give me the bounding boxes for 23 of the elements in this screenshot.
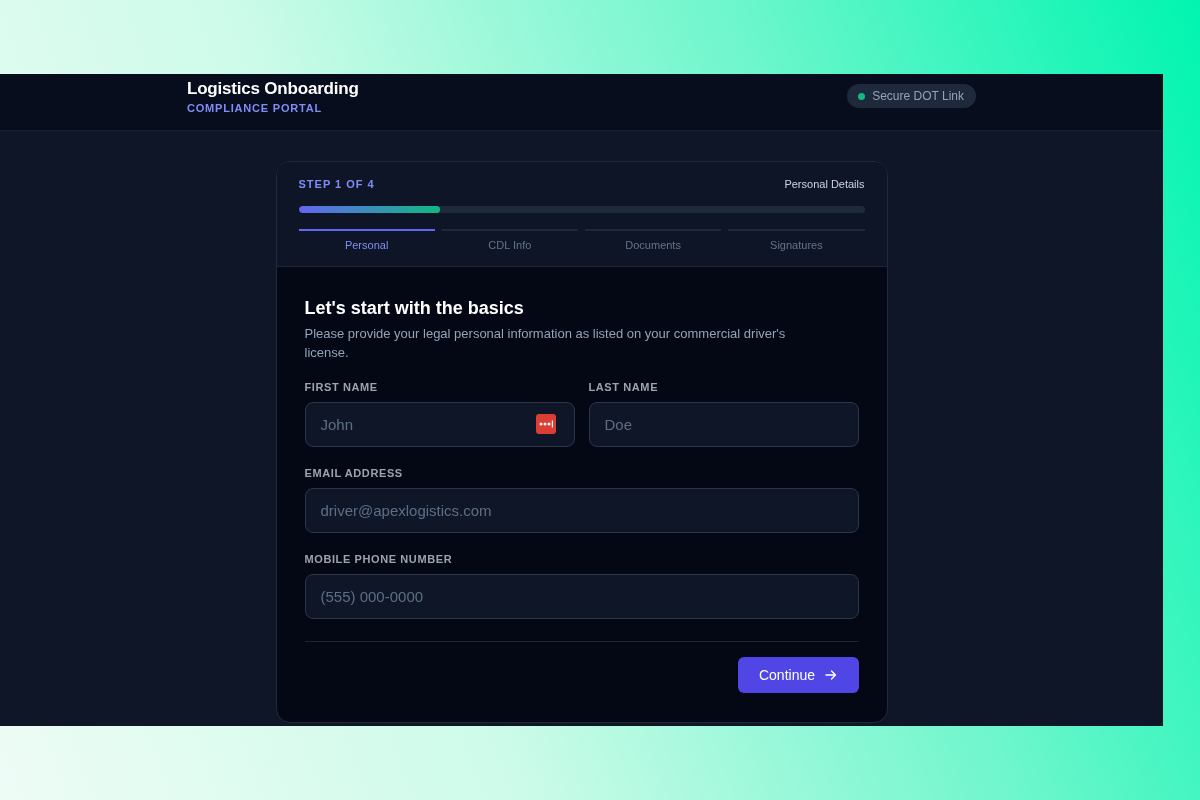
input-field[interactable]: John bbox=[304, 402, 575, 447]
input-field[interactable]: (555) 000-0000 bbox=[304, 574, 859, 619]
form-description: Please provide your legal personal information as listed on your commercial driver's license. bbox=[304, 325, 787, 362]
step-indicator: Documents bbox=[585, 229, 722, 252]
input-field[interactable]: Doe bbox=[588, 402, 859, 447]
step-indicator: Personal bbox=[298, 229, 435, 252]
step-indicator: Signatures bbox=[728, 229, 865, 252]
app-title: Logistics Onboarding bbox=[187, 79, 359, 99]
step-title: Personal Details bbox=[784, 178, 865, 190]
arrow-right-icon bbox=[825, 669, 837, 681]
field-label: LAST NAME bbox=[588, 380, 660, 394]
password-dots-icon[interactable] bbox=[535, 414, 556, 434]
app-subtitle: COMPLIANCE PORTAL bbox=[187, 101, 323, 115]
form-heading: Let's start with the basics bbox=[304, 297, 525, 320]
status-text: Secure DOT Link bbox=[872, 89, 964, 103]
status-dot-icon bbox=[858, 92, 866, 100]
input-field[interactable]: driver@apexlogistics.com bbox=[304, 488, 859, 533]
step-counter: STEP 1 OF 4 bbox=[298, 178, 375, 190]
field-label: EMAIL ADDRESS bbox=[304, 466, 404, 480]
field-label: FIRST NAME bbox=[304, 380, 379, 394]
step-indicator: CDL Info bbox=[441, 229, 578, 252]
field-label: MOBILE PHONE NUMBER bbox=[304, 552, 454, 566]
continue-button[interactable]: Continue bbox=[737, 657, 859, 693]
